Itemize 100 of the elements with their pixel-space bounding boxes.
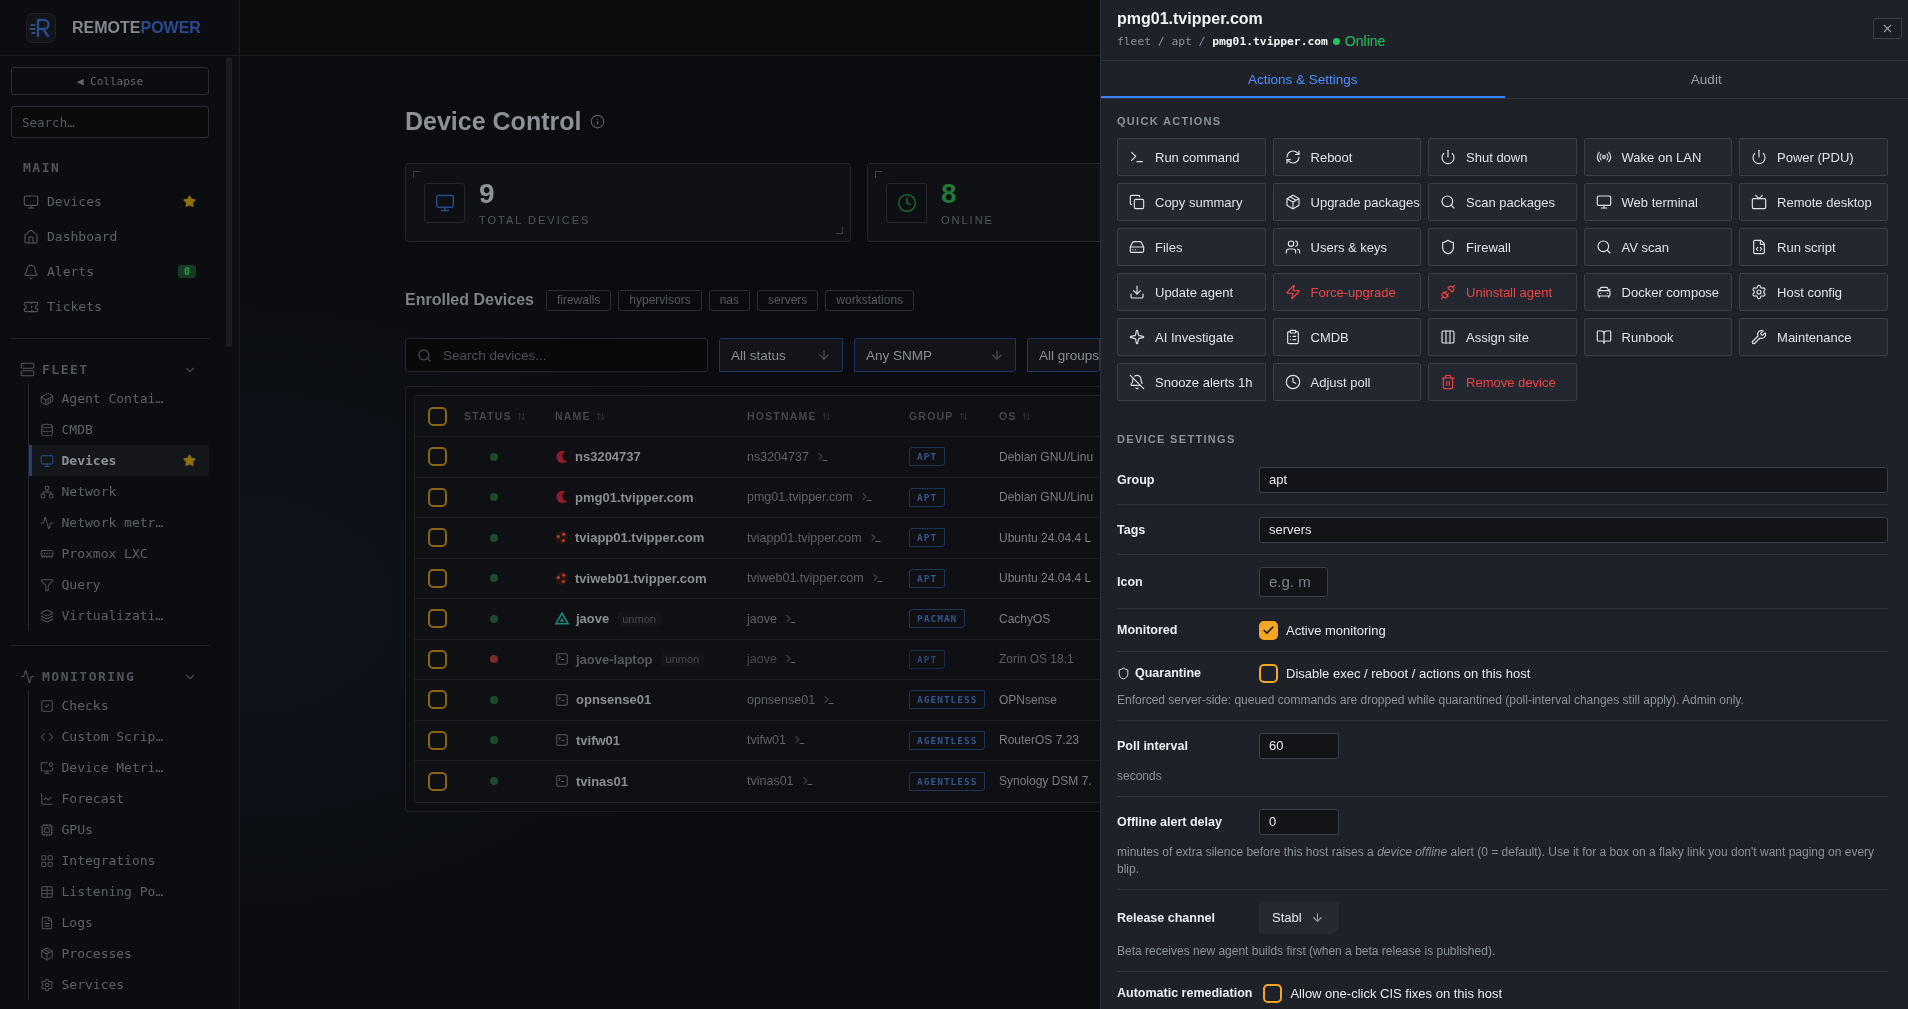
action-button[interactable]: Firewall [1428,228,1577,266]
filter-select[interactable]: Any SNMP [854,338,1016,372]
row-checkbox[interactable] [428,730,447,750]
row-checkbox[interactable] [428,568,447,588]
action-button[interactable]: Scan packages [1428,183,1577,221]
row-checkbox[interactable] [428,487,447,507]
action-button[interactable]: Uninstall agent [1428,273,1577,311]
nav-item[interactable]: Proxmox LXC [28,538,209,569]
nav-item[interactable]: Query [28,569,209,600]
nav-item[interactable]: Alerts 0 [11,254,209,289]
nav-item[interactable]: Tickets [11,289,209,324]
action-button[interactable]: Power (PDU) [1739,138,1888,176]
nav-item[interactable]: Device Metri… [28,752,209,783]
row-checkbox[interactable] [428,528,447,548]
tab[interactable]: Audit [1504,61,1908,98]
nav-item[interactable]: CMDB [28,414,209,445]
terminal-prompt-icon[interactable] [869,531,882,544]
nav-item[interactable]: Integrations [28,845,209,876]
action-button[interactable]: Snooze alerts 1h [1117,363,1266,401]
nav-item[interactable]: Processes [28,938,209,969]
device-name[interactable]: tviapp01.tvipper.com [575,530,705,546]
action-button[interactable]: Update agent [1117,273,1266,311]
text-input[interactable]: servers [1259,516,1888,543]
action-button[interactable]: Force-upgrade [1272,273,1422,311]
nav-item[interactable]: Network [28,476,209,507]
action-button[interactable]: Reboot [1272,138,1422,176]
terminal-prompt-icon[interactable] [784,612,797,625]
nav-item[interactable]: Forecast [28,783,209,814]
nav-item[interactable]: Logs [28,907,209,938]
setting-label: Group [1117,472,1155,487]
terminal-prompt-icon[interactable] [871,572,884,585]
terminal-prompt-icon[interactable] [793,734,806,747]
text-input[interactable]: apt [1259,466,1888,493]
text-input[interactable]: 0 [1259,808,1339,835]
action-button[interactable]: Maintenance [1739,318,1888,356]
action-button[interactable]: Upgrade packages [1272,183,1422,221]
action-button[interactable]: Remote desktop [1739,183,1888,221]
nav-item[interactable]: Listening Po… [28,876,209,907]
action-button[interactable]: Assign site [1428,318,1577,356]
terminal-prompt-icon[interactable] [801,775,814,788]
action-button[interactable]: Host config [1739,273,1888,311]
row-checkbox[interactable] [428,447,447,467]
filter-select[interactable]: All groups [1027,338,1100,372]
checkbox[interactable] [1259,620,1278,640]
select-all-checkbox[interactable] [428,406,447,426]
action-button[interactable]: Users & keys [1272,228,1422,266]
row-checkbox[interactable] [428,649,447,669]
collapse-button[interactable]: ◀ Collapse [11,67,209,95]
action-button[interactable]: AV scan [1583,228,1733,266]
channel-select[interactable]: Stabl [1259,901,1339,934]
nav-item[interactable]: Dashboard [11,219,209,254]
nav-item[interactable]: Agent Contai… [28,383,209,414]
icon-input[interactable]: e.g. m [1259,566,1328,597]
row-checkbox[interactable] [428,690,447,710]
action-button[interactable]: Adjust poll [1272,363,1422,401]
terminal-prompt-icon[interactable] [784,653,797,666]
action-button[interactable]: Run command [1117,138,1266,176]
action-button[interactable]: Copy summary [1117,183,1266,221]
nav-item[interactable]: GPUs [28,814,209,845]
action-button[interactable]: Wake on LAN [1583,138,1733,176]
action-button[interactable]: Web terminal [1583,183,1733,221]
nav-item[interactable]: Network metr… [28,507,209,538]
text-input[interactable]: 60 [1259,732,1339,759]
device-name[interactable]: tvifw01 [576,732,621,748]
action-button[interactable]: Runbook [1583,318,1733,356]
terminal-prompt-icon[interactable] [823,693,836,706]
search-field[interactable]: Search… [11,106,209,138]
action-button[interactable]: Files [1117,228,1266,266]
device-name[interactable]: opnsense01 [576,692,652,708]
nav-item[interactable]: Services [28,969,209,1000]
database-icon [39,422,54,437]
nav-item[interactable]: Custom Scrip… [28,721,209,752]
action-button[interactable]: Shut down [1428,138,1577,176]
device-name[interactable]: ns3204737 [575,449,641,465]
device-name[interactable]: pmg01.tvipper.com [575,489,694,505]
terminal-prompt-icon[interactable] [816,450,829,463]
close-button[interactable] [1873,18,1902,39]
action-button[interactable]: Run script [1739,228,1888,266]
checkbox[interactable] [1259,663,1278,683]
nav-item[interactable]: Devices [28,445,209,476]
brand-name: REMOTEPOWER [72,18,201,37]
nav-item[interactable]: Virtualizati… [28,600,209,631]
filter-select[interactable]: All status [719,338,843,372]
search-field[interactable]: Search devices... [405,338,708,372]
action-button[interactable]: CMDB [1272,318,1422,356]
row-checkbox[interactable] [428,609,447,629]
nav-item[interactable]: Checks [28,690,209,721]
checkbox[interactable] [1263,983,1283,1003]
triangle-icon [555,612,569,626]
device-name[interactable]: tviweb01.tvipper.com [575,570,707,586]
action-button[interactable]: AI Investigate [1117,318,1266,356]
action-button[interactable]: Docker compose [1583,273,1733,311]
action-button[interactable]: Remove device [1428,363,1577,401]
terminal-prompt-icon[interactable] [860,491,873,504]
device-name[interactable]: jaove [576,611,610,627]
row-checkbox[interactable] [428,771,447,791]
tab[interactable]: Actions & Settings [1101,61,1505,98]
device-name[interactable]: tvinas01 [576,773,629,789]
stat-label: ONLINE [941,212,994,227]
nav-item[interactable]: Devices [11,184,209,219]
